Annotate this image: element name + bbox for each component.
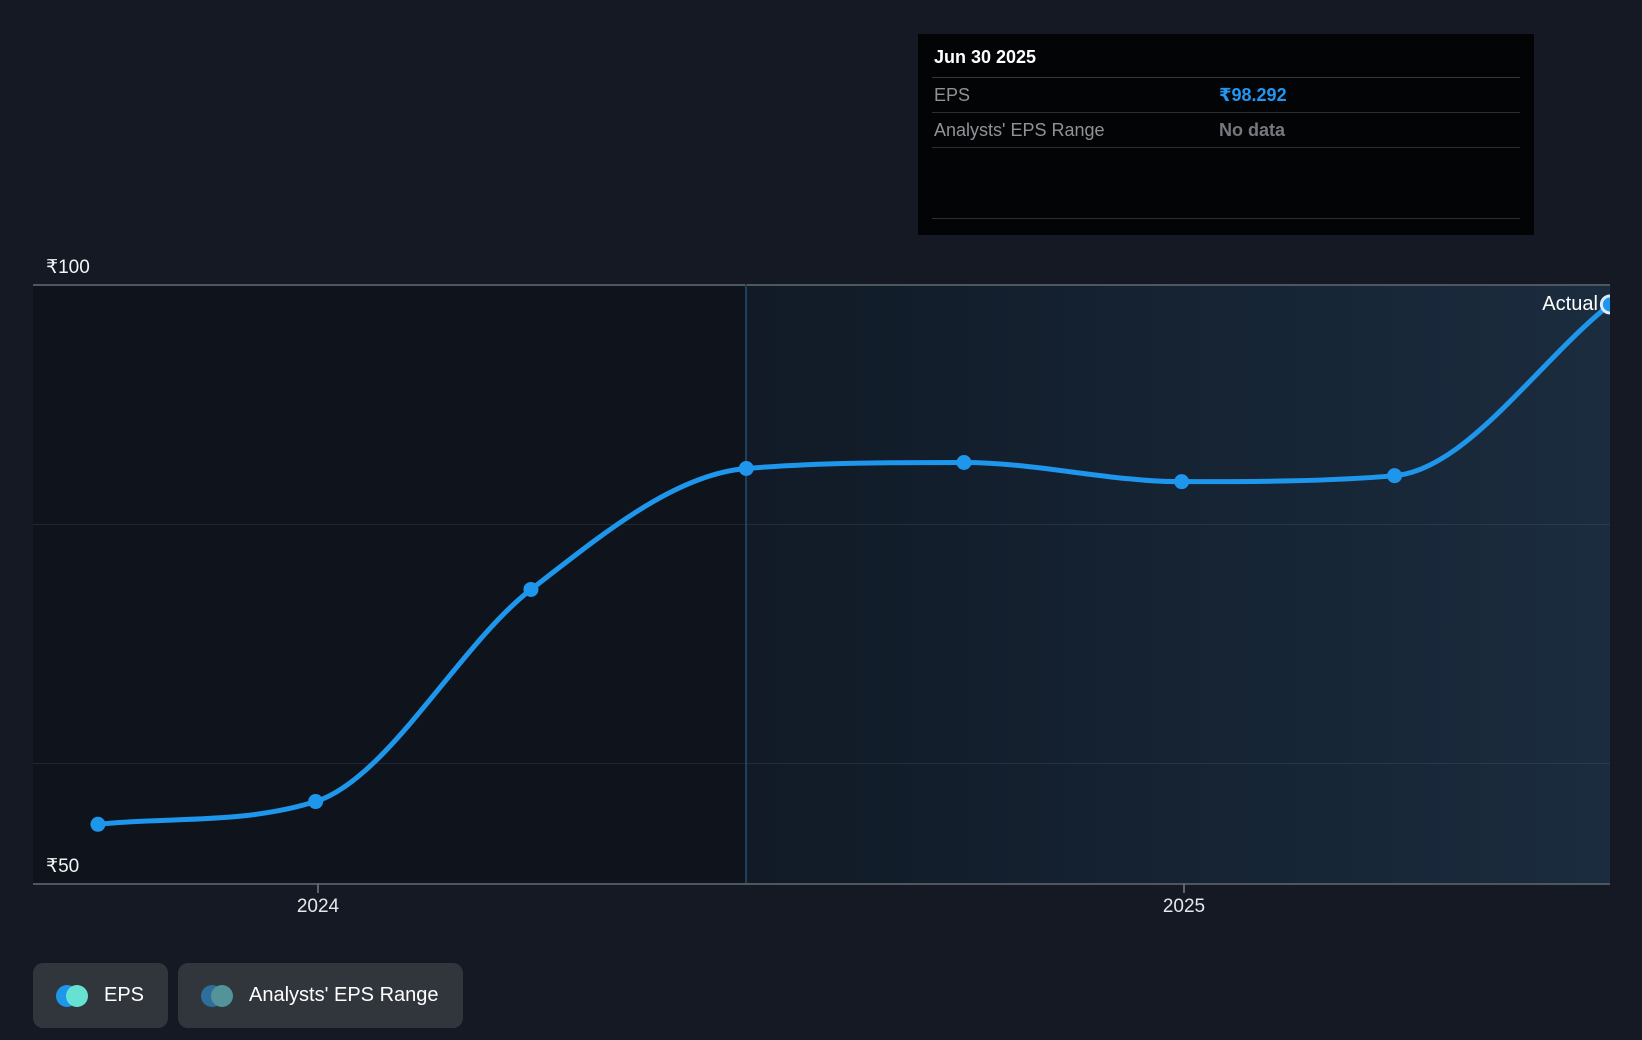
data-point[interactable] xyxy=(523,581,539,597)
eps-line-chart-canvas[interactable] xyxy=(33,284,1610,883)
hover-tooltip: Jun 30 2025 EPS ₹98.292 Analysts' EPS Ra… xyxy=(918,34,1534,235)
data-point[interactable] xyxy=(308,794,324,810)
tooltip-date-title: Jun 30 2025 xyxy=(932,34,1520,78)
data-point[interactable] xyxy=(1387,468,1403,484)
tooltip-bottom-divider xyxy=(932,218,1520,219)
tooltip-eps-value: ₹98.292 xyxy=(1219,85,1287,105)
data-point-hovered[interactable] xyxy=(1599,294,1610,315)
legend-item-analysts-eps-range[interactable]: Analysts' EPS Range xyxy=(178,963,463,1028)
x-axis-label-2025: 2025 xyxy=(1162,896,1206,917)
data-point[interactable] xyxy=(738,460,754,476)
tooltip-range-row: Analysts' EPS Range No data xyxy=(932,113,1520,148)
x-axis-tick-2025 xyxy=(1183,883,1185,893)
tooltip-eps-label: EPS xyxy=(934,85,971,105)
tooltip-range-label: Analysts' EPS Range xyxy=(934,120,1105,140)
tooltip-eps-row: EPS ₹98.292 xyxy=(932,78,1520,113)
y-axis-label-100: ₹100 xyxy=(46,257,90,278)
x-axis-tick-2024 xyxy=(317,883,319,893)
legend-item-eps[interactable]: EPS xyxy=(33,963,169,1028)
data-point[interactable] xyxy=(1174,474,1190,490)
eps-series-icon xyxy=(56,984,88,1007)
legend-analysts-range-label: Analysts' EPS Range xyxy=(249,984,439,1006)
tooltip-range-value: No data xyxy=(1219,120,1286,140)
gridline-50 xyxy=(33,883,1610,885)
data-point[interactable] xyxy=(956,455,972,471)
y-axis-label-50: ₹50 xyxy=(46,856,80,877)
legend: EPS Analysts' EPS Range xyxy=(33,963,463,1028)
x-axis-label-2024: 2024 xyxy=(296,896,340,917)
eps-line xyxy=(95,301,1610,827)
actual-label: Actual xyxy=(1542,293,1598,316)
data-point[interactable] xyxy=(90,816,106,832)
analysts-range-series-icon xyxy=(201,984,234,1007)
eps-chart-page: Actual ₹100 ₹50 2024 2025 Jun 30 2025 EP… xyxy=(0,0,1642,1040)
legend-eps-label: EPS xyxy=(104,984,145,1006)
